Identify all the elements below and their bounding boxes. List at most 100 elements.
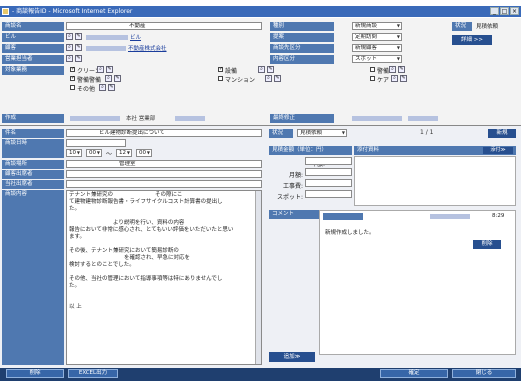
- care-checkbox[interactable]: [370, 76, 375, 81]
- edit-icon[interactable]: ✎: [108, 84, 115, 91]
- client-link[interactable]: 不動産株式会社: [128, 44, 167, 52]
- right-status-select[interactable]: 見積依頼: [297, 129, 347, 137]
- subject-field[interactable]: ビル建物診断提出について: [66, 129, 262, 137]
- edit-icon[interactable]: ✎: [267, 66, 274, 73]
- content-textarea[interactable]: テナント兼研究の その際にこ て建物建物診断報告書・ライフサイクルコスト計算書の提…: [66, 190, 262, 365]
- end-minute-select[interactable]: 00: [136, 149, 152, 157]
- target-label: 対象業務: [2, 66, 64, 75]
- search-icon[interactable]: ⌕: [258, 66, 265, 73]
- company-label: 商談名: [2, 22, 64, 31]
- edit-icon[interactable]: ✎: [114, 75, 121, 82]
- search-icon[interactable]: ⌕: [99, 84, 106, 91]
- add-comment-button[interactable]: 追加≫: [269, 352, 315, 362]
- end-hour-select[interactable]: 12: [116, 149, 132, 157]
- type-label: 種別: [270, 22, 334, 31]
- edit-icon[interactable]: ✎: [75, 44, 82, 51]
- security-guard-checkbox[interactable]: [370, 67, 375, 72]
- content-scrollbar[interactable]: [255, 191, 261, 364]
- delete-button[interactable]: 削除: [6, 369, 64, 378]
- content-line: 検討するとのことでした。: [69, 262, 135, 268]
- content-line: テナント兼研究の その際にこ: [69, 192, 183, 198]
- mansion-checkbox[interactable]: [218, 76, 223, 81]
- other-label: その他: [77, 86, 96, 93]
- edit-icon[interactable]: ✎: [274, 75, 281, 82]
- right-status-value: 見積依頼: [300, 130, 323, 136]
- contract-label: 提案: [270, 33, 334, 42]
- internal-select[interactable]: スポット: [352, 55, 402, 63]
- search-icon[interactable]: ⌕: [265, 75, 272, 82]
- edit-icon[interactable]: ✎: [75, 33, 82, 40]
- start-hour-select[interactable]: 10: [66, 149, 82, 157]
- client-attendee-field[interactable]: [66, 170, 262, 178]
- content-line: 以 上: [69, 304, 82, 310]
- date-field[interactable]: [66, 139, 126, 147]
- new-button[interactable]: 新規: [488, 129, 516, 138]
- content-line: 報告において非常に感心され、とてもいい評価をいただいたと思い: [69, 227, 234, 233]
- comment-label: コメント: [269, 210, 319, 219]
- search-icon[interactable]: ⌕: [66, 33, 73, 40]
- spot-field[interactable]: [305, 190, 352, 198]
- search-icon[interactable]: ⌕: [389, 66, 396, 73]
- our-attendee-field[interactable]: [66, 180, 262, 188]
- edit-icon[interactable]: ✎: [106, 66, 113, 73]
- minimize-button[interactable]: _: [490, 7, 499, 15]
- search-icon[interactable]: ⌕: [391, 75, 398, 82]
- place-field[interactable]: 管理室: [66, 160, 262, 168]
- maximize-button[interactable]: □: [500, 7, 509, 15]
- excel-export-button[interactable]: EXCEL出力: [68, 369, 118, 378]
- annual-field[interactable]: [305, 157, 352, 165]
- search-icon[interactable]: ⌕: [66, 44, 73, 51]
- building-link[interactable]: ビル: [130, 33, 141, 41]
- content-line: て建物建物診断報告書・ライフサイクルコスト計算書の提出し: [69, 199, 223, 205]
- start-minute-value: 00: [89, 150, 96, 156]
- search-icon[interactable]: ⌕: [105, 75, 112, 82]
- start-minute-select[interactable]: 00: [86, 149, 102, 157]
- created-department: 本社 営業部: [126, 116, 156, 122]
- construction-field[interactable]: [305, 179, 352, 187]
- monthly-field[interactable]: [305, 168, 352, 176]
- place-label: 商談場所: [2, 160, 64, 169]
- content-line: [69, 213, 259, 220]
- equipment-checkbox[interactable]: [218, 66, 223, 72]
- other-checkbox[interactable]: [70, 85, 75, 90]
- content-line: た。: [69, 283, 81, 289]
- close-button[interactable]: ×: [510, 7, 519, 15]
- edit-icon[interactable]: ✎: [75, 55, 82, 62]
- mansion-label: マンション: [225, 77, 256, 84]
- datetime-label: 商談日時: [2, 139, 64, 158]
- client-attendee-label: 顧客出席者: [2, 170, 64, 179]
- our-attendee-label: 当社出席者: [2, 180, 64, 189]
- updated-person-redacted: [408, 116, 438, 121]
- contract-select[interactable]: 定期訪問: [352, 33, 402, 41]
- guard-label: 警備警備: [77, 77, 102, 84]
- search-icon[interactable]: ⌕: [97, 66, 104, 73]
- edit-icon[interactable]: ✎: [400, 75, 407, 82]
- company-field[interactable]: 不動産: [66, 22, 262, 30]
- status-label: 状況: [452, 22, 472, 31]
- delete-comment-button[interactable]: 削除: [473, 240, 501, 249]
- close-window-button[interactable]: 閉じる: [452, 369, 516, 378]
- security-guard-label: 警備: [377, 68, 390, 75]
- cleaning-checkbox[interactable]: [70, 66, 75, 72]
- content-line: その後、テナント兼研究において簡易診断の: [69, 248, 179, 254]
- type-select[interactable]: 新規商談: [352, 22, 402, 30]
- content-line: その他、当社の管理において指導事項等は特にありませんでし: [69, 276, 223, 282]
- updated-date-redacted: [352, 116, 402, 121]
- client-label: 顧客: [2, 44, 64, 53]
- sales-label: 営業担当者: [2, 55, 64, 64]
- subject-label: 件名: [2, 129, 64, 138]
- time-separator: 〜: [106, 151, 113, 158]
- edit-icon[interactable]: ✎: [398, 66, 405, 73]
- content-line: [69, 290, 259, 297]
- content-line: [69, 269, 259, 276]
- care-label: ケア: [377, 77, 390, 84]
- type-select-value: 新規商談: [355, 23, 378, 29]
- search-icon[interactable]: ⌕: [66, 55, 73, 62]
- contract-select-value: 定期訪問: [355, 34, 378, 40]
- guard-checkbox[interactable]: [70, 75, 75, 81]
- attach-button[interactable]: 添付≫: [483, 147, 513, 154]
- confirm-button[interactable]: 確定: [380, 369, 448, 378]
- category-label: 商談先区分: [270, 44, 334, 53]
- category-select[interactable]: 新規顧客: [352, 44, 402, 52]
- detail-button[interactable]: 詳細 >>: [452, 35, 492, 45]
